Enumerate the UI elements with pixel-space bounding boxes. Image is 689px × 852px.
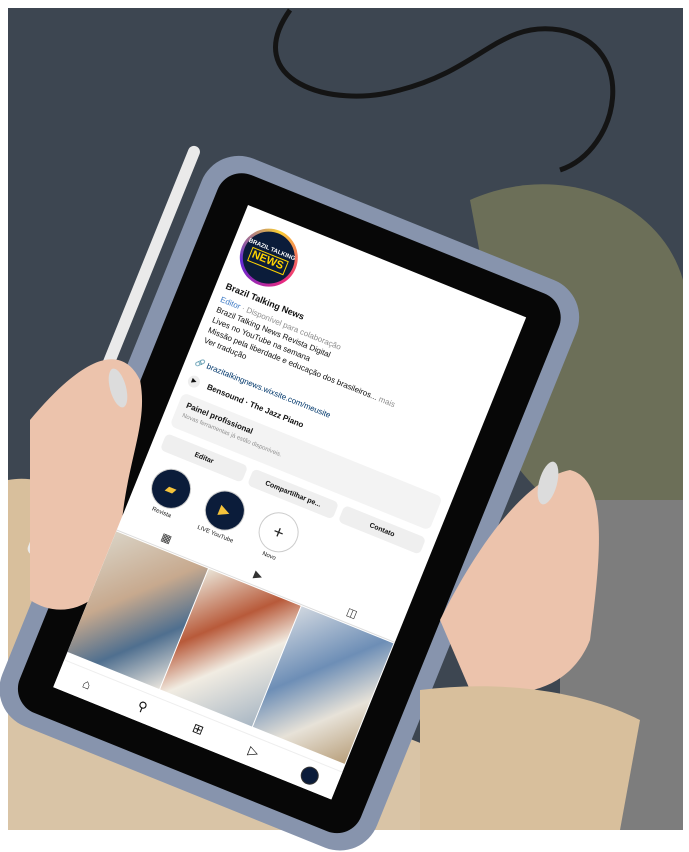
reels-icon[interactable]: ▶ xyxy=(252,568,265,583)
profile-avatar[interactable]: BRAZIL TALKING NEWS xyxy=(231,219,307,296)
create-icon[interactable]: ⊞ xyxy=(186,718,211,740)
sweater-right xyxy=(420,686,640,830)
highlight-live-youtube[interactable]: ▶ LIVE YouTube xyxy=(191,483,256,547)
home-icon[interactable]: ⌂ xyxy=(75,673,99,694)
search-icon[interactable]: ⚲ xyxy=(130,696,155,718)
profile-avatar-icon[interactable] xyxy=(297,763,322,788)
photo-scene: BRAZIL TALKING NEWS Brazil Talking News … xyxy=(0,0,689,852)
play-icon: ▶ xyxy=(186,373,202,390)
highlight-new[interactable]: + Novo xyxy=(245,504,310,568)
link-icon: 🔗 xyxy=(193,357,207,370)
more-link[interactable]: mais xyxy=(377,395,396,410)
highlight-revista[interactable]: ▰ Revista xyxy=(137,461,202,525)
grid-icon[interactable]: ▦ xyxy=(159,530,174,546)
reels-icon[interactable]: ▷ xyxy=(241,741,266,763)
tagged-icon[interactable]: ◫ xyxy=(345,605,360,621)
brand-logo: BRAZIL TALKING NEWS xyxy=(234,223,303,292)
